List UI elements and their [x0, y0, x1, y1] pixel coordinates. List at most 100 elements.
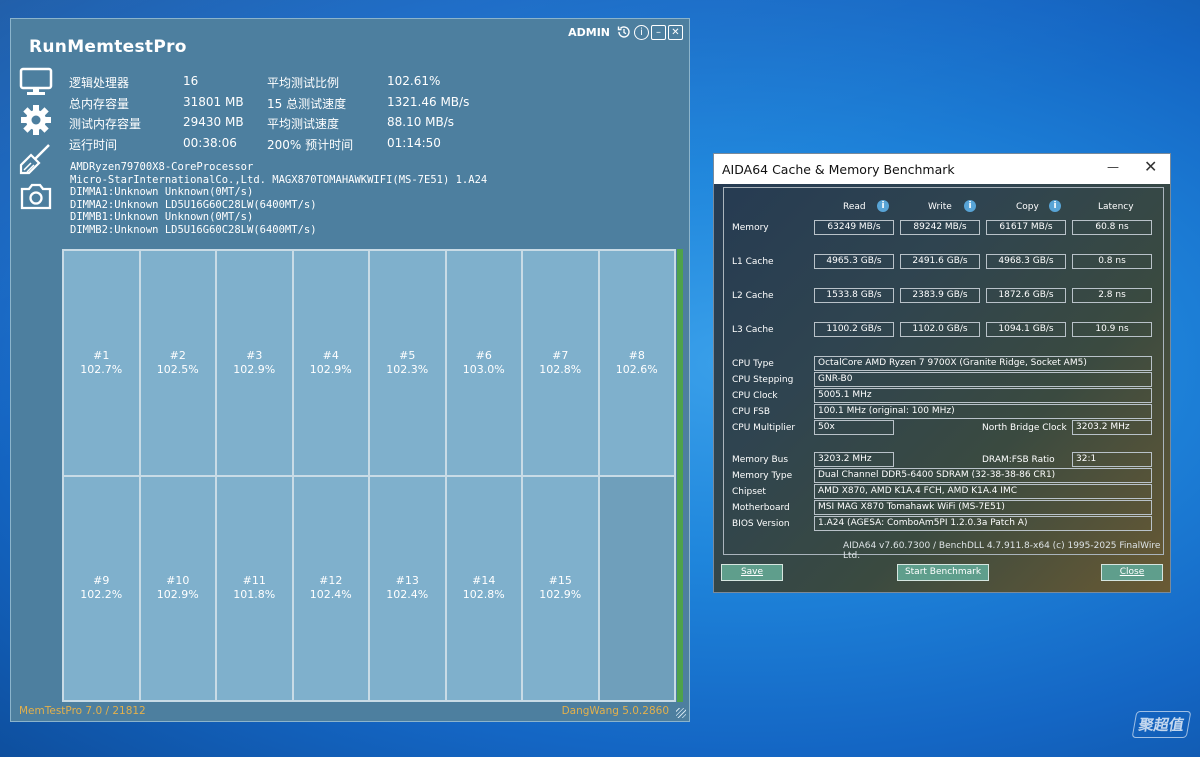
latency-value: 60.8 ns — [1072, 220, 1152, 235]
cpu-clock-value: 5005.1 MHz — [814, 388, 1152, 403]
cpu-multiplier-value: 50x — [814, 420, 894, 435]
sysinfo-line: DIMMB1:Unknown Unknown(0MT/s) — [70, 211, 254, 224]
thread-cell: #3 102.9% — [216, 250, 293, 476]
cpu-stepping-value: GNR-B0 — [814, 372, 1152, 387]
dram-ratio-value: 32:1 — [1072, 452, 1152, 467]
thread-cell: #8 102.6% — [598, 250, 675, 476]
row-label: L1 Cache — [732, 257, 774, 267]
thread-percent: 102.4% — [386, 588, 429, 602]
monitor-icon[interactable] — [19, 67, 53, 97]
close-icon[interactable]: ✕ — [668, 24, 683, 40]
nb-clock-label: North Bridge Clock — [982, 423, 1067, 433]
info-icon[interactable]: i — [877, 200, 889, 212]
benchmark-panel: Read i Write i Copy i Latency Memory 632… — [723, 187, 1164, 555]
close-button[interactable]: Close — [1101, 564, 1163, 581]
stat-label: 平均测试速度 — [267, 117, 340, 131]
minimize-icon[interactable]: — — [1107, 160, 1119, 174]
resize-grip-icon[interactable] — [676, 708, 686, 718]
close-button-label: Close — [1119, 567, 1145, 577]
thread-cell: #7 102.8% — [522, 250, 599, 476]
thread-id: #3 — [246, 348, 263, 362]
thread-cell: #15 102.9% — [522, 475, 599, 701]
copyright: AIDA64 v7.60.7300 / BenchDLL 4.7.911.8-x… — [843, 541, 1161, 561]
thread-cell: #1 102.7% — [63, 250, 140, 476]
thread-percent: 102.8% — [462, 588, 505, 602]
cpu-type-value: OctalCore AMD Ryzen 7 9700X (Granite Rid… — [814, 356, 1152, 371]
aida-title-bar: AIDA64 Cache & Memory Benchmark — ✕ — [714, 154, 1170, 184]
read-value: 1533.8 GB/s — [814, 288, 894, 303]
close-icon[interactable]: ✕ — [1144, 157, 1157, 176]
motherboard-value: MSI MAG X870 Tomahawk WiFi (MS-7E51) — [814, 500, 1152, 515]
thread-percent: 102.9% — [233, 362, 276, 376]
thread-cell: #10 102.9% — [139, 475, 216, 701]
thread-percent: 102.3% — [386, 362, 429, 376]
bios-value: 1.A24 (AGESA: ComboAm5PI 1.2.0.3a Patch … — [814, 516, 1152, 531]
footer-version: MemTestPro 7.0 / 21812 — [19, 705, 146, 717]
stat-value: 29430 MB — [183, 115, 244, 129]
thread-id: #14 — [472, 574, 496, 588]
thread-id: #7 — [552, 348, 569, 362]
nb-clock-value: 3203.2 MHz — [1072, 420, 1152, 435]
stat-label: 平均测试比例 — [267, 76, 340, 90]
thread-id: #12 — [319, 574, 343, 588]
thread-id: #4 — [322, 348, 339, 362]
start-benchmark-button[interactable]: Start Benchmark — [897, 564, 989, 581]
sysinfo-line: DIMMA2:Unknown LD5U16G60C28LW(6400MT/s) — [70, 198, 317, 211]
header-read: Read — [843, 202, 866, 212]
chipset-value: AMD X870, AMD K1A.4 FCH, AMD K1A.4 IMC — [814, 484, 1152, 499]
write-value: 2383.9 GB/s — [900, 288, 980, 303]
stat-value: 00:38:06 — [183, 135, 237, 150]
thread-cell: #6 103.0% — [445, 250, 522, 476]
history-icon[interactable] — [616, 24, 632, 40]
stat-label: 测试内存容量 — [69, 117, 142, 131]
thread-id: #13 — [395, 574, 419, 588]
info-icon[interactable]: i — [1049, 200, 1061, 212]
aida-title: AIDA64 Cache & Memory Benchmark — [722, 162, 955, 177]
thread-id: #8 — [628, 348, 645, 362]
stat-value: 102.61% — [387, 74, 441, 88]
info-icon[interactable]: i — [964, 200, 976, 212]
thread-cell: #14 102.8% — [445, 475, 522, 701]
read-value: 63249 MB/s — [814, 220, 894, 235]
stat-label: 200% 预计时间 — [267, 137, 354, 152]
cpu-multiplier-label: CPU Multiplier — [732, 423, 796, 433]
admin-badge: ADMIN — [568, 25, 610, 39]
camera-icon[interactable] — [19, 181, 53, 211]
thread-cell: #11 101.8% — [216, 475, 293, 701]
stat-label: 运行时间 — [69, 137, 118, 152]
thread-percent: 102.9% — [539, 588, 582, 602]
header-write: Write — [928, 202, 952, 212]
info-icon[interactable]: i — [634, 24, 649, 40]
broom-icon[interactable] — [19, 143, 53, 175]
thread-percent: 102.5% — [156, 362, 199, 376]
minimize-icon[interactable]: – — [651, 24, 666, 40]
thread-cell: #5 102.3% — [369, 250, 446, 476]
start-benchmark-label: Start Benchmark — [904, 567, 982, 577]
stat-value: 1321.46 MB/s — [387, 94, 470, 109]
cpu-stepping-label: CPU Stepping — [732, 375, 794, 385]
memory-type-value: Dual Channel DDR5-6400 SDRAM (32-38-38-8… — [814, 468, 1152, 483]
empty-cell — [598, 475, 675, 701]
cpu-fsb-label: CPU FSB — [732, 407, 771, 417]
thread-id: #11 — [242, 574, 266, 588]
thread-id: #15 — [548, 574, 572, 588]
memory-bus-label: Memory Bus — [732, 455, 789, 465]
stat-label: 逻辑处理器 — [69, 76, 130, 90]
memory-type-label: Memory Type — [732, 471, 793, 481]
write-value: 1102.0 GB/s — [900, 322, 980, 337]
thread-percent: 102.9% — [309, 362, 352, 376]
aida64-window: AIDA64 Cache & Memory Benchmark — ✕ Read… — [713, 153, 1171, 593]
read-value: 4965.3 GB/s — [814, 254, 894, 269]
save-button[interactable]: Save — [721, 564, 783, 581]
thread-grid: #1 102.7% #2 102.5% #3 102.9% #4 102.9% #5 10… — [62, 249, 676, 702]
thread-cell: #2 102.5% — [139, 250, 216, 476]
copy-value: 1872.6 GB/s — [986, 288, 1066, 303]
save-button-label: Save — [740, 567, 764, 577]
gear-icon[interactable] — [19, 103, 53, 137]
thread-cell: #9 102.2% — [63, 475, 140, 701]
stat-label: 总内存容量 — [69, 96, 130, 111]
read-value: 1100.2 GB/s — [814, 322, 894, 337]
write-value: 2491.6 GB/s — [900, 254, 980, 269]
cpu-clock-label: CPU Clock — [732, 391, 778, 401]
app-title: RunMemtestPro — [29, 37, 187, 57]
